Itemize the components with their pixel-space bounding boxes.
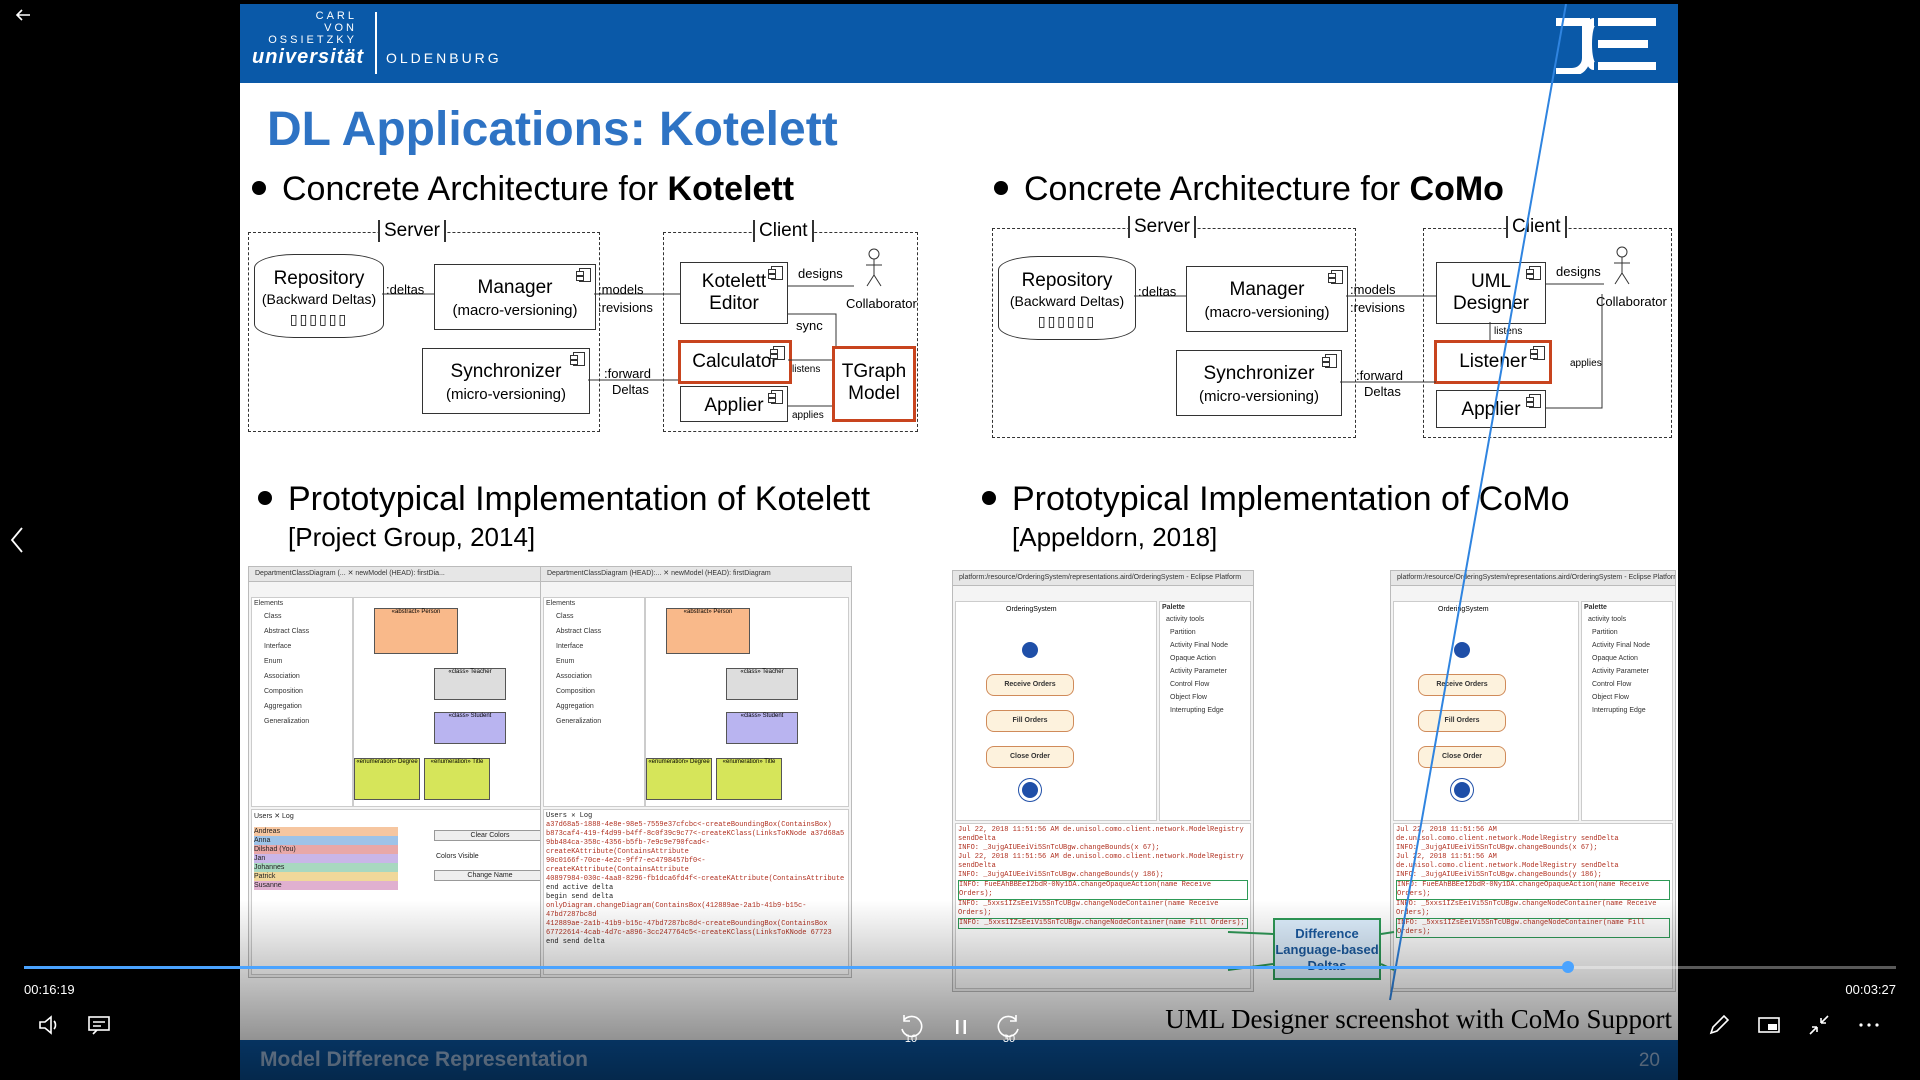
slide: CARL VON OSSIETZKY universität OLDENBURG… [240, 4, 1678, 1080]
miniplayer-icon [1758, 1017, 1780, 1033]
pause-icon [956, 1020, 966, 1034]
exit-fullscreen-button[interactable] [1806, 1012, 1832, 1038]
remaining-time: 00:03:27 [1845, 982, 1896, 997]
miniplayer-button[interactable] [1756, 1012, 1782, 1038]
forward-button[interactable]: 30 [994, 1012, 1024, 1045]
current-time: 00:16:19 [24, 982, 75, 997]
forward-label: 30 [1002, 1033, 1016, 1045]
pause-button[interactable] [948, 1014, 974, 1040]
volume-icon [39, 1015, 57, 1035]
captions-icon [88, 1016, 110, 1035]
back-button[interactable] [12, 4, 34, 26]
rewind-label: 10 [904, 1033, 918, 1045]
pen-button[interactable] [1706, 1012, 1732, 1038]
seek-bar-played [24, 966, 1569, 969]
captions-button[interactable] [86, 1012, 112, 1038]
previous-button[interactable] [4, 522, 30, 558]
rewind-button[interactable]: 10 [896, 1012, 926, 1045]
back-arrow-icon [15, 9, 30, 21]
chevron-left-icon [10, 527, 23, 553]
pen-icon [1709, 1014, 1730, 1035]
seek-bar[interactable] [24, 961, 1896, 973]
video-player: CARL VON OSSIETZKY universität OLDENBURG… [0, 0, 1920, 1080]
volume-button[interactable] [36, 1012, 62, 1038]
pen-annotation [1389, 4, 1567, 1001]
exit-fullscreen-icon [1809, 1015, 1829, 1035]
more-icon [1859, 1023, 1879, 1027]
more-button[interactable] [1856, 1012, 1882, 1038]
